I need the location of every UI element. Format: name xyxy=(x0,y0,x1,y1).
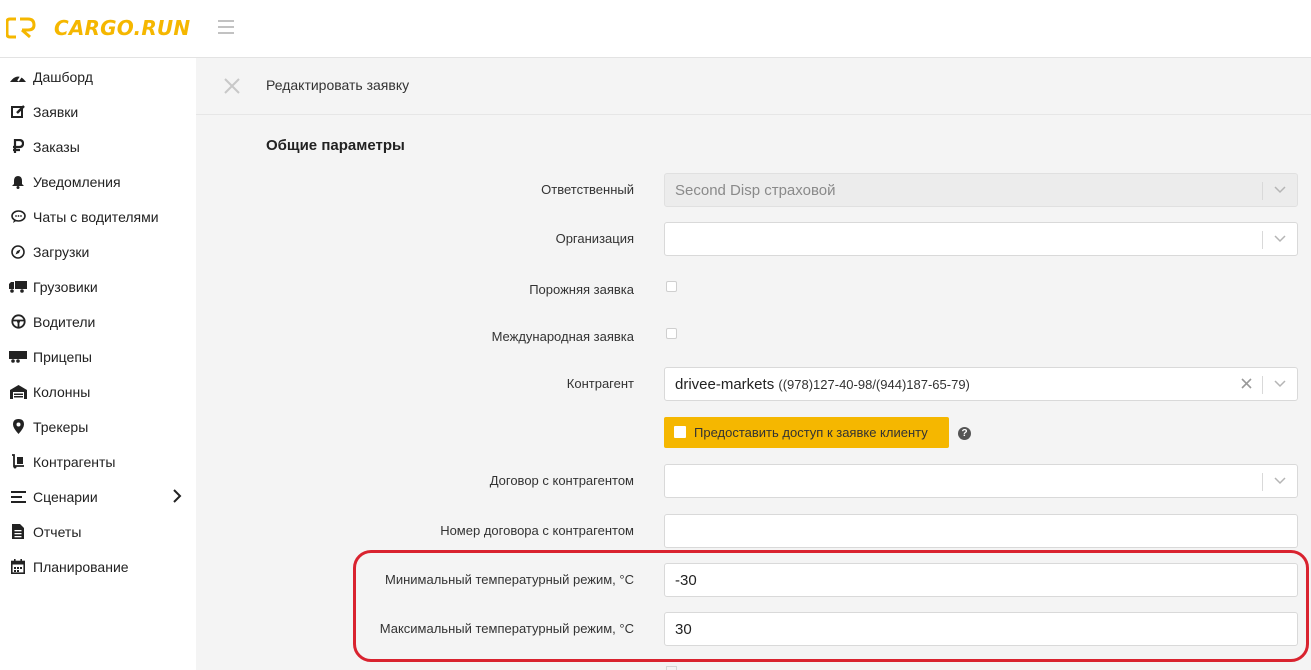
dashboard-icon xyxy=(9,68,27,86)
trailer-icon xyxy=(9,348,27,366)
sidebar-item-trucks[interactable]: Грузовики xyxy=(0,269,196,304)
organization-label: Организация xyxy=(555,231,634,246)
sidebar-item-convoys[interactable]: Колонны xyxy=(0,374,196,409)
sidebar-item-orders[interactable]: Заказы xyxy=(0,129,196,164)
min-temp-input[interactable]: -30 xyxy=(664,563,1298,597)
responsible-label: Ответственный xyxy=(541,182,634,197)
sidebar-item-planning[interactable]: Планирование xyxy=(0,549,196,584)
counterparty-select[interactable]: drivee-markets ((978)127-40-98/(944)187-… xyxy=(664,367,1298,401)
sidebar-item-reports[interactable]: Отчеты xyxy=(0,514,196,549)
logo-mark-icon xyxy=(6,17,36,39)
sidebar-item-scenarios[interactable]: Сценарии xyxy=(0,479,196,514)
clear-icon[interactable] xyxy=(1241,378,1252,389)
ruble-icon xyxy=(9,138,27,156)
chevron-right-icon xyxy=(173,489,182,503)
chevron-down-icon xyxy=(1274,186,1286,194)
bell-icon xyxy=(9,173,27,191)
sidebar-item-loads[interactable]: Загрузки xyxy=(0,234,196,269)
list-icon xyxy=(9,488,27,506)
sidebar-item-drivers[interactable]: Водители xyxy=(0,304,196,339)
page-title: Редактировать заявку xyxy=(266,77,410,93)
organization-select[interactable] xyxy=(664,222,1298,256)
sidebar-item-dashboard[interactable]: Дашборд xyxy=(0,59,196,94)
close-icon[interactable] xyxy=(223,77,241,95)
contract-label: Договор с контрагентом xyxy=(489,473,634,488)
contract-number-input[interactable] xyxy=(664,514,1298,548)
warehouse-icon xyxy=(9,383,27,401)
contract-select[interactable] xyxy=(664,464,1298,498)
next-checkbox-peek xyxy=(666,666,677,670)
dolly-icon xyxy=(9,453,27,471)
chevron-down-icon xyxy=(1274,477,1286,485)
help-icon[interactable]: ? xyxy=(958,427,971,440)
share-access-checkbox[interactable] xyxy=(674,426,686,438)
sidebar-item-requests[interactable]: Заявки xyxy=(0,94,196,129)
edit-icon xyxy=(9,103,27,121)
menu-toggle-button[interactable] xyxy=(218,20,234,34)
chevron-down-icon xyxy=(1274,235,1286,243)
responsible-select[interactable]: Second Disp страховой xyxy=(664,173,1298,207)
responsible-value: Second Disp страховой xyxy=(675,182,836,199)
truck-icon xyxy=(9,278,27,296)
sidebar: Дашборд Заявки Заказы Уведомления Чаты с… xyxy=(0,58,196,670)
edit-request-topbar: Редактировать заявку xyxy=(196,58,1311,115)
international-checkbox[interactable] xyxy=(666,328,677,339)
hamburger-icon xyxy=(218,20,234,22)
counterparty-label: Контрагент xyxy=(566,376,634,391)
international-label: Международная заявка xyxy=(491,329,634,344)
steering-wheel-icon xyxy=(9,313,27,331)
share-access-toggle[interactable]: Предоставить доступ к заявке клиенту xyxy=(664,417,949,448)
empty-request-checkbox[interactable] xyxy=(666,281,677,292)
map-marker-icon xyxy=(9,418,27,436)
section-title: Общие параметры xyxy=(266,137,405,154)
sidebar-item-notifications[interactable]: Уведомления xyxy=(0,164,196,199)
empty-request-label: Порожняя заявка xyxy=(529,282,634,297)
sidebar-item-driver-chats[interactable]: Чаты с водителями xyxy=(0,199,196,234)
report-icon xyxy=(9,523,27,541)
sidebar-item-trackers[interactable]: Трекеры xyxy=(0,409,196,444)
max-temp-input[interactable]: 30 xyxy=(664,612,1298,646)
max-temp-label: Максимальный температурный режим, °С xyxy=(379,621,634,636)
calendar-icon xyxy=(9,558,27,576)
min-temp-label: Минимальный температурный режим, °С xyxy=(385,572,634,587)
chat-icon xyxy=(9,208,27,226)
logo[interactable]: CARGO.RUN xyxy=(6,14,190,42)
logo-text: CARGO.RUN xyxy=(54,16,191,40)
app-header: CARGO.RUN xyxy=(0,0,1311,58)
sidebar-item-trailers[interactable]: Прицепы xyxy=(0,339,196,374)
contract-number-label: Номер договора с контрагентом xyxy=(440,523,634,538)
share-access-label: Предоставить доступ к заявке клиенту xyxy=(694,425,928,440)
chevron-down-icon xyxy=(1274,380,1286,388)
counterparty-phones: ((978)127-40-98/(944)187-65-79) xyxy=(778,377,970,392)
main-content: Редактировать заявку Общие параметры Отв… xyxy=(196,58,1311,670)
sidebar-item-counterparties[interactable]: Контрагенты xyxy=(0,444,196,479)
counterparty-value: drivee-markets ((978)127-40-98/(944)187-… xyxy=(675,376,970,393)
min-temp-value: -30 xyxy=(675,572,697,589)
max-temp-value: 30 xyxy=(675,621,692,638)
compass-icon xyxy=(9,243,27,261)
